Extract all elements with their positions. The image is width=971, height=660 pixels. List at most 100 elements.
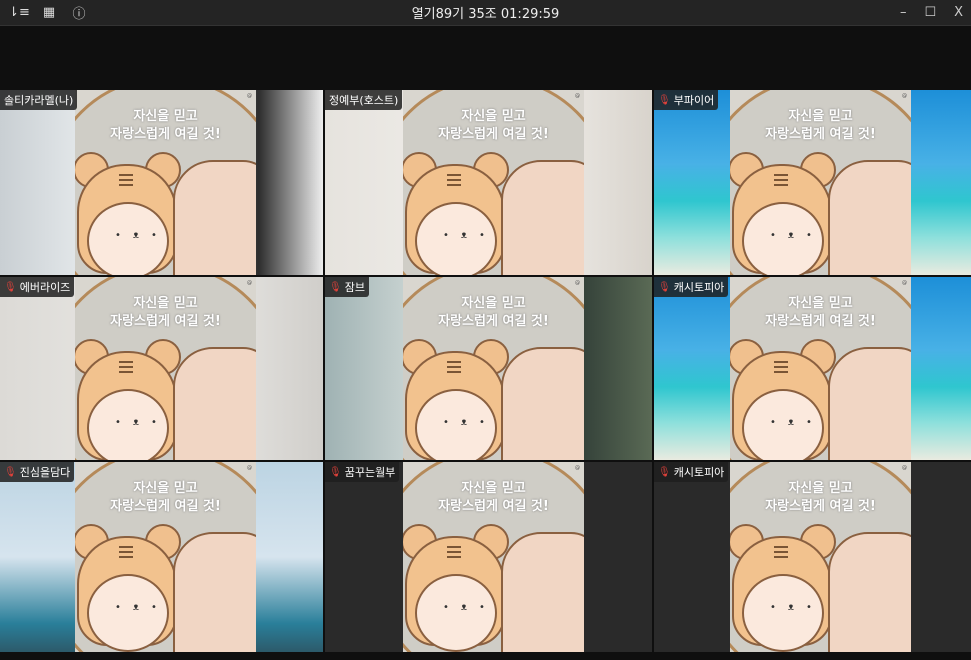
participant-tile[interactable]: @ 자신을 믿고 자랑스럽게 여길 것! •ᴥ• 🎙︎ 진심을담다 <box>0 462 323 652</box>
shared-image: @ 자신을 믿고 자랑스럽게 여길 것! •ᴥ• <box>730 277 911 460</box>
hat-stripe <box>119 546 133 548</box>
mic-muted-icon: 🎙︎ <box>658 281 671 293</box>
participant-name: 에버라이즈 <box>19 281 71 294</box>
title-bar: ⇂≡ ▦ ⓘ 열기89기 35조 01:29:59 – ☐ X <box>0 0 971 26</box>
bear-paw-icon <box>173 532 256 652</box>
participant-name-label: 🎙︎ 잠브 <box>325 277 369 297</box>
image-credit: @ <box>247 465 252 471</box>
participant-tile[interactable]: @ 자신을 믿고 자랑스럽게 여길 것! •ᴥ• 🎙︎ 잠브 <box>325 277 652 460</box>
participant-name: 솔티카라멜(나) <box>4 94 74 107</box>
image-credit: @ <box>575 93 580 99</box>
image-credit: @ <box>902 280 907 286</box>
participant-name-label: 🎙︎ 부파이어 <box>654 90 719 110</box>
bear-face-icon <box>742 574 824 652</box>
participant-tile[interactable]: @ 자신을 믿고 자랑스럽게 여길 것! •ᴥ• 정예부(호스트) <box>325 90 652 275</box>
participant-tile[interactable]: @ 자신을 믿고 자랑스럽게 여길 것! •ᴥ• 🎙︎ 캐시토피아 <box>654 277 971 460</box>
bear-paw-icon <box>501 347 584 460</box>
participant-name-label: 🎙︎ 진심을담다 <box>0 462 75 482</box>
meeting-title: 열기89기 35조 01:29:59 <box>411 7 560 22</box>
bear-eyes: •ᴥ• <box>770 230 824 241</box>
bear-eyes: •ᴥ• <box>443 417 497 428</box>
bear-eyes: •ᴥ• <box>443 230 497 241</box>
hat-stripe <box>447 546 461 548</box>
image-caption: 자신을 믿고 자랑스럽게 여길 것! <box>438 296 549 329</box>
bear-eyes: •ᴥ• <box>115 602 169 613</box>
image-credit: @ <box>902 465 907 471</box>
grid-view-icon[interactable]: ▦ <box>40 4 58 22</box>
mic-muted-icon: 🎙︎ <box>658 94 671 106</box>
participant-name: 캐시토피아 <box>673 466 725 479</box>
bear-paw-icon <box>828 347 911 460</box>
hat-stripe <box>447 361 461 363</box>
bear-face-icon <box>87 574 169 652</box>
shared-image: @ 자신을 믿고 자랑스럽게 여길 것! •ᴥ• <box>75 90 256 275</box>
participant-tile[interactable]: @ 자신을 믿고 자랑스럽게 여길 것! •ᴥ• 솔티카라멜(나) <box>0 90 323 275</box>
minimize-button[interactable]: – <box>900 5 907 20</box>
mic-muted-icon: 🎙︎ <box>4 466 17 478</box>
shared-image: @ 자신을 믿고 자랑스럽게 여길 것! •ᴥ• <box>403 90 584 275</box>
image-caption: 자신을 믿고 자랑스럽게 여길 것! <box>765 296 876 329</box>
participant-name: 부파이어 <box>673 94 715 107</box>
hat-stripe <box>774 361 788 363</box>
sort-icon[interactable]: ⇂≡ <box>8 4 30 22</box>
participant-name-label: 정예부(호스트) <box>325 90 403 110</box>
image-caption: 자신을 믿고 자랑스럽게 여길 것! <box>110 109 221 142</box>
image-credit: @ <box>902 93 907 99</box>
image-credit: @ <box>247 280 252 286</box>
mic-muted-icon: 🎙︎ <box>329 281 342 293</box>
bear-paw-icon <box>828 160 911 275</box>
participant-tile[interactable]: @ 자신을 믿고 자랑스럽게 여길 것! •ᴥ• 🎙︎ 에버라이즈 <box>0 277 323 460</box>
image-caption: 자신을 믿고 자랑스럽게 여길 것! <box>765 481 876 514</box>
hat-stripe <box>774 546 788 548</box>
image-caption: 자신을 믿고 자랑스럽게 여길 것! <box>110 481 221 514</box>
bear-face-icon <box>415 574 497 652</box>
hat-stripe <box>774 174 788 176</box>
hat-stripe <box>447 174 461 176</box>
image-caption: 자신을 믿고 자랑스럽게 여길 것! <box>110 296 221 329</box>
shared-image: @ 자신을 믿고 자랑스럽게 여길 것! •ᴥ• <box>403 277 584 460</box>
participant-tile[interactable]: @ 자신을 믿고 자랑스럽게 여길 것! •ᴥ• 🎙︎ 꿈꾸는월부 <box>325 462 652 652</box>
shared-image: @ 자신을 믿고 자랑스럽게 여길 것! •ᴥ• <box>75 462 256 652</box>
info-icon[interactable]: ⓘ <box>70 4 88 22</box>
bear-eyes: •ᴥ• <box>115 417 169 428</box>
image-credit: @ <box>247 93 252 99</box>
shared-image: @ 자신을 믿고 자랑스럽게 여길 것! •ᴥ• <box>403 462 584 652</box>
participant-name-label: 🎙︎ 캐시토피아 <box>654 462 729 482</box>
bear-paw-icon <box>501 160 584 275</box>
maximize-button[interactable]: ☐ <box>924 5 936 20</box>
bear-paw-icon <box>173 347 256 460</box>
image-caption: 자신을 믿고 자랑스럽게 여길 것! <box>438 481 549 514</box>
bear-paw-icon <box>501 532 584 652</box>
participant-name: 캐시토피아 <box>673 281 725 294</box>
bear-paw-icon <box>828 532 911 652</box>
participant-tile[interactable]: @ 자신을 믿고 자랑스럽게 여길 것! •ᴥ• 🎙︎ 캐시토피아 <box>654 462 971 652</box>
hat-stripe <box>119 174 133 176</box>
participant-name: 꿈꾸는월부 <box>344 466 396 479</box>
image-caption: 자신을 믿고 자랑스럽게 여길 것! <box>438 109 549 142</box>
participant-name: 잠브 <box>344 281 365 294</box>
shared-image: @ 자신을 믿고 자랑스럽게 여길 것! •ᴥ• <box>730 462 911 652</box>
image-credit: @ <box>575 465 580 471</box>
shared-image: @ 자신을 믿고 자랑스럽게 여길 것! •ᴥ• <box>730 90 911 275</box>
bear-eyes: •ᴥ• <box>770 417 824 428</box>
participant-name: 진심을담다 <box>19 466 71 479</box>
shared-image: @ 자신을 믿고 자랑스럽게 여길 것! •ᴥ• <box>75 277 256 460</box>
bear-eyes: •ᴥ• <box>443 602 497 613</box>
participant-name-label: 🎙︎ 캐시토피아 <box>654 277 729 297</box>
hat-stripe <box>119 361 133 363</box>
participant-tile[interactable]: @ 자신을 믿고 자랑스럽게 여길 것! •ᴥ• 🎙︎ 부파이어 <box>654 90 971 275</box>
mic-muted-icon: 🎙︎ <box>4 281 17 293</box>
mic-muted-icon: 🎙︎ <box>658 466 671 478</box>
participant-name-label: 🎙︎ 에버라이즈 <box>0 277 75 297</box>
bear-paw-icon <box>173 160 256 275</box>
video-grid: @ 자신을 믿고 자랑스럽게 여길 것! •ᴥ• 솔티카라멜(나) @ 자신을 믿… <box>0 90 971 652</box>
close-button[interactable]: X <box>954 5 963 20</box>
mic-muted-icon: 🎙︎ <box>329 466 342 478</box>
participant-name-label: 🎙︎ 꿈꾸는월부 <box>325 462 400 482</box>
participant-name: 정예부(호스트) <box>329 94 399 107</box>
bear-eyes: •ᴥ• <box>770 602 824 613</box>
participant-name-label: 솔티카라멜(나) <box>0 90 78 110</box>
image-credit: @ <box>575 280 580 286</box>
image-caption: 자신을 믿고 자랑스럽게 여길 것! <box>765 109 876 142</box>
bear-eyes: •ᴥ• <box>115 230 169 241</box>
